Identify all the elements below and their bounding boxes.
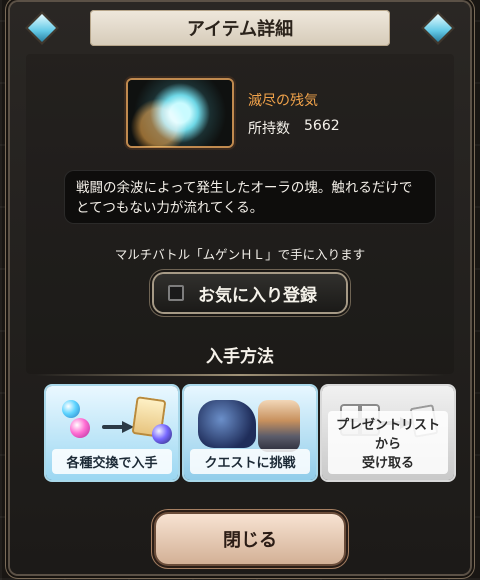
how-to-obtain-title: 入手方法 (206, 347, 274, 367)
item-count: 所持数 5662 (248, 118, 340, 138)
method-quest-button[interactable]: クエストに挑戦 (184, 386, 316, 480)
item-summary: 滅尽の残気 所持数 5662 (127, 79, 340, 150)
item-description: 戦闘の余波によって発生したオーラの塊。触れるだけで とてつもない力が流れてくる。 (64, 170, 436, 224)
method-gift-list-button[interactable]: プレゼントリストから 受け取る (322, 386, 454, 480)
item-meta: 滅尽の残気 所持数 5662 (248, 80, 340, 150)
orb-icon (152, 424, 172, 444)
section-divider (36, 374, 444, 376)
obtain-note: マルチバトル「ムゲンＨＬ」で手に入ります (114, 247, 366, 262)
close-button[interactable]: 閉じる (156, 514, 344, 564)
item-name: 滅尽の残気 (248, 93, 318, 109)
favorite-toggle-button[interactable]: お気に入り登録 (154, 274, 346, 312)
dialog-header: アイテム詳細 (10, 8, 470, 48)
quest-icon (196, 394, 304, 452)
method-quest-label: クエストに挑戦 (190, 449, 310, 474)
dialog-title: アイテム詳細 (90, 10, 390, 46)
item-count-value: 5662 (304, 118, 340, 134)
item-description-line-1: 戦闘の余波によって発生したオーラの塊。触れるだけで (76, 180, 413, 196)
obtain-methods: 各種交換で入手 クエストに挑戦 プレゼントリストから 受け取る (46, 386, 454, 480)
blue-gem-icon (62, 400, 80, 418)
exchange-arrow-icon (102, 418, 136, 436)
method-gift-list-label-line-1: プレゼントリストから (335, 418, 440, 452)
method-exchange-label: 各種交換で入手 (52, 449, 172, 474)
item-count-label: 所持数 (248, 121, 290, 137)
method-gift-list-label: プレゼントリストから 受け取る (328, 411, 448, 474)
pink-gem-icon (70, 418, 90, 438)
favorite-label: お気に入り登録 (198, 285, 317, 306)
item-detail-modal: アイテム詳細 滅尽の残気 所持数 5662 戦闘の余波によって発生したオーラの塊… (10, 2, 470, 574)
exchange-icon (56, 396, 172, 444)
hero-character-icon (258, 400, 300, 452)
beast-character-icon (198, 400, 256, 448)
method-gift-list-label-line-2: 受け取る (361, 456, 414, 471)
aura-fragment-icon (127, 79, 233, 147)
method-exchange-button[interactable]: 各種交換で入手 (46, 386, 178, 480)
favorite-checkbox[interactable] (168, 285, 184, 301)
item-description-line-2: とてつもない力が流れてくる。 (76, 200, 264, 216)
